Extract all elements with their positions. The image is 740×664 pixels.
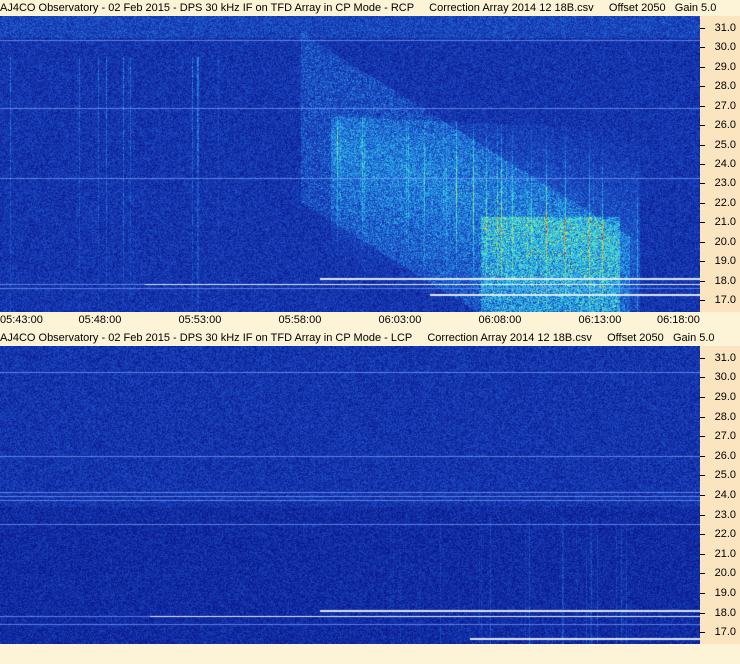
y-tick-label: 20.0 [715, 236, 736, 248]
y-tick-mark [700, 67, 705, 68]
rcp-offset: Offset 2050 [609, 2, 666, 14]
y-tick-mark [700, 632, 705, 633]
y-tick-label: 28.0 [715, 80, 736, 92]
y-tick-mark [700, 554, 705, 555]
y-tick-mark [700, 436, 705, 437]
y-tick-label: 27.0 [715, 430, 736, 442]
y-tick-mark [700, 534, 705, 535]
lcp-frequency-axis: 31.0 30.0 29.0 28.0 27.0 26.0 25.0 24.0 23.0 22.0… [700, 346, 740, 644]
y-tick-label: 27.0 [715, 100, 736, 112]
rcp-panel: AJ4CO Observatory - 02 Feb 2015 - DPS 30… [0, 0, 740, 330]
y-tick-label: 20.0 [715, 567, 736, 579]
y-tick-mark [700, 300, 705, 301]
y-tick-mark [700, 28, 705, 29]
x-tick-label: 06:03:00 [379, 314, 422, 326]
y-tick-mark [700, 164, 705, 165]
y-tick-label: 17.0 [715, 626, 736, 638]
x-tick-label: 05:43:00 [0, 314, 43, 326]
y-tick-label: 23.0 [715, 509, 736, 521]
y-tick-label: 21.0 [715, 216, 736, 228]
lcp-title-bar: AJ4CO Observatory - 02 Feb 2015 - DPS 30… [0, 330, 740, 346]
rcp-title-bar: AJ4CO Observatory - 02 Feb 2015 - DPS 30… [0, 0, 740, 16]
rcp-frequency-axis: 31.0 30.0 29.0 28.0 27.0 26.0 25.0 24.0 23.0 22.0… [700, 16, 740, 312]
y-tick-mark [700, 242, 705, 243]
y-tick-label: 25.0 [715, 469, 736, 481]
y-tick-label: 30.0 [715, 41, 736, 53]
y-tick-label: 18.0 [715, 607, 736, 619]
y-tick-label: 30.0 [715, 371, 736, 383]
y-tick-mark [700, 222, 705, 223]
x-tick-label: 06:18:00 [657, 314, 700, 326]
y-tick-mark [700, 573, 705, 574]
y-tick-mark [700, 86, 705, 87]
lcp-spectrogram [0, 346, 700, 644]
y-tick-label: 29.0 [715, 391, 736, 403]
y-tick-mark [700, 417, 705, 418]
y-tick-label: 21.0 [715, 548, 736, 560]
lcp-offset: Offset 2050 [607, 332, 664, 344]
y-tick-label: 31.0 [715, 352, 736, 364]
y-tick-label: 24.0 [715, 489, 736, 501]
rcp-spectrogram-canvas [0, 16, 700, 312]
rcp-spectrogram [0, 16, 700, 312]
y-tick-label: 22.0 [715, 197, 736, 209]
y-tick-mark [700, 125, 705, 126]
y-tick-mark [700, 593, 705, 594]
rcp-time-axis: 05:43:00 05:48:00 05:53:00 05:58:00 06:03:00… [0, 313, 740, 327]
y-tick-mark [700, 358, 705, 359]
y-tick-mark [700, 475, 705, 476]
y-tick-mark [700, 515, 705, 516]
y-tick-label: 26.0 [715, 119, 736, 131]
y-tick-mark [700, 203, 705, 204]
x-tick-label: 05:48:00 [79, 314, 122, 326]
y-tick-label: 26.0 [715, 450, 736, 462]
lcp-spectrogram-canvas [0, 346, 700, 644]
y-tick-mark [700, 183, 705, 184]
lcp-gain: Gain 5.0 [673, 332, 715, 344]
y-tick-label: 29.0 [715, 61, 736, 73]
y-tick-mark [700, 261, 705, 262]
y-tick-mark [700, 613, 705, 614]
y-tick-mark [700, 281, 705, 282]
y-tick-label: 24.0 [715, 158, 736, 170]
y-tick-label: 23.0 [715, 177, 736, 189]
lcp-panel: AJ4CO Observatory - 02 Feb 2015 - DPS 30… [0, 330, 740, 664]
y-tick-mark [700, 145, 705, 146]
rcp-title: AJ4CO Observatory - 02 Feb 2015 - DPS 30… [0, 2, 414, 14]
rcp-gain: Gain 5.0 [675, 2, 717, 14]
y-tick-mark [700, 47, 705, 48]
x-tick-label: 06:13:00 [579, 314, 622, 326]
x-tick-label: 05:53:00 [179, 314, 222, 326]
x-tick-label: 06:08:00 [479, 314, 522, 326]
lcp-correction: Correction Array 2014 12 18B.csv [427, 332, 591, 344]
y-tick-label: 25.0 [715, 139, 736, 151]
y-tick-label: 18.0 [715, 275, 736, 287]
rcp-correction: Correction Array 2014 12 18B.csv [429, 2, 593, 14]
x-tick-label: 05:58:00 [279, 314, 322, 326]
y-tick-mark [700, 456, 705, 457]
y-tick-label: 19.0 [715, 587, 736, 599]
y-tick-mark [700, 377, 705, 378]
y-tick-label: 19.0 [715, 255, 736, 267]
y-tick-mark [700, 106, 705, 107]
y-tick-label: 22.0 [715, 528, 736, 540]
y-tick-mark [700, 495, 705, 496]
y-tick-label: 17.0 [715, 294, 736, 306]
lcp-title: AJ4CO Observatory - 02 Feb 2015 - DPS 30… [0, 332, 412, 344]
y-tick-label: 31.0 [715, 22, 736, 34]
y-tick-mark [700, 397, 705, 398]
y-tick-label: 28.0 [715, 411, 736, 423]
